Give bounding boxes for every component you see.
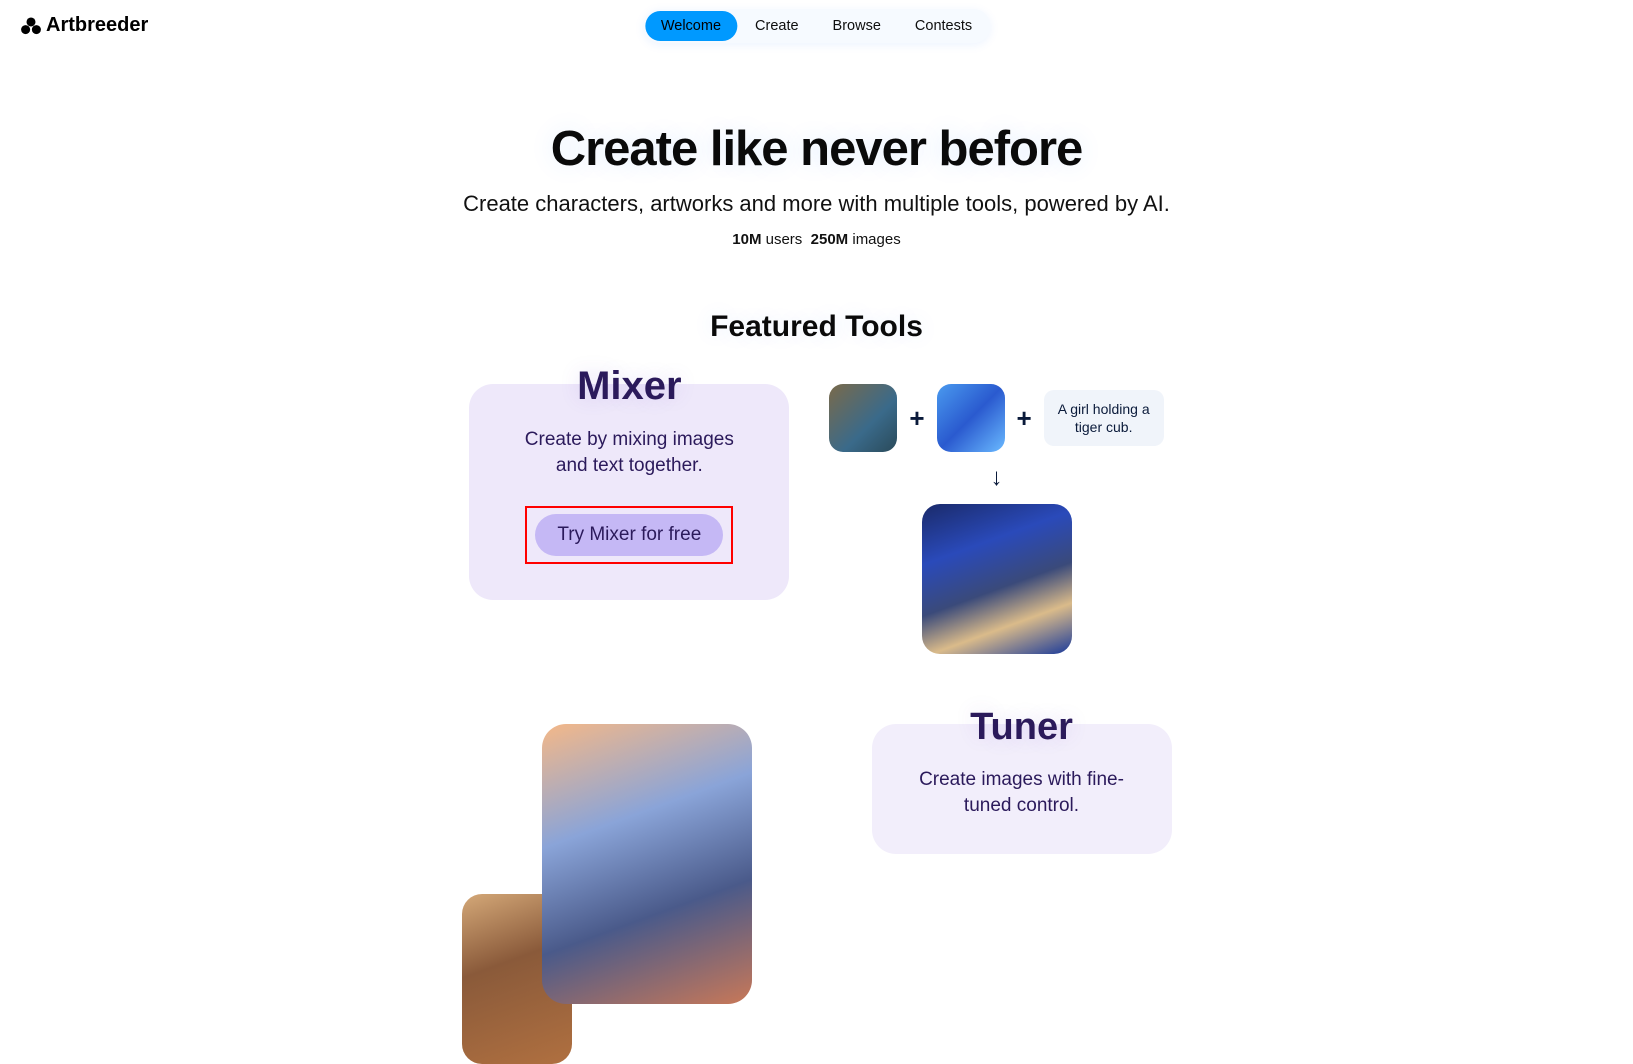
featured-tools-title: Featured Tools (0, 310, 1633, 344)
highlight-box: Try Mixer for free (525, 506, 733, 564)
tuner-section: Tuner Create images with fine-tuned cont… (0, 724, 1633, 1004)
arrow-down-icon: ↓ (991, 464, 1003, 492)
plus-icon: + (1017, 403, 1032, 434)
hero-stats: 10M users 250M images (0, 231, 1633, 248)
mixer-result-image (922, 504, 1072, 654)
tuner-card: Tuner Create images with fine-tuned cont… (872, 724, 1172, 854)
nav-browse[interactable]: Browse (817, 11, 897, 41)
plus-icon: + (909, 403, 924, 434)
artbreeder-logo-icon (20, 17, 42, 35)
mixer-inputs-row: + + A girl holding a tiger cub. (829, 384, 1163, 452)
mixer-input-image-1 (829, 384, 897, 452)
tuner-visual (462, 724, 752, 1004)
stat-users-value: 10M (732, 231, 761, 248)
tuner-portrait-large (542, 724, 752, 1004)
mixer-title: Mixer (509, 364, 749, 409)
mixer-visual: + + A girl holding a tiger cub. ↓ (829, 384, 1163, 654)
mixer-description: Create by mixing images and text togethe… (509, 427, 749, 478)
logo-text: Artbreeder (46, 14, 148, 37)
hero: Create like never before Create characte… (0, 121, 1633, 248)
stat-users-label: users (761, 231, 802, 248)
nav-contests[interactable]: Contests (899, 11, 988, 41)
main-nav: Welcome Create Browse Contests (643, 9, 990, 43)
header: Artbreeder Welcome Create Browse Contest… (0, 0, 1633, 51)
stat-images-label: images (848, 231, 901, 248)
hero-title: Create like never before (0, 121, 1633, 177)
stat-images-value: 250M (811, 231, 849, 248)
mixer-prompt-text: A girl holding a tiger cub. (1044, 390, 1164, 446)
try-mixer-button[interactable]: Try Mixer for free (535, 514, 723, 556)
logo[interactable]: Artbreeder (20, 14, 148, 37)
nav-create[interactable]: Create (739, 11, 815, 41)
mixer-input-image-2 (937, 384, 1005, 452)
mixer-section: Mixer Create by mixing images and text t… (0, 384, 1633, 654)
tuner-title: Tuner (912, 706, 1132, 749)
tuner-description: Create images with fine-tuned control. (912, 767, 1132, 818)
nav-welcome[interactable]: Welcome (645, 11, 737, 41)
hero-subtitle: Create characters, artworks and more wit… (0, 191, 1633, 217)
mixer-card: Mixer Create by mixing images and text t… (469, 384, 789, 600)
